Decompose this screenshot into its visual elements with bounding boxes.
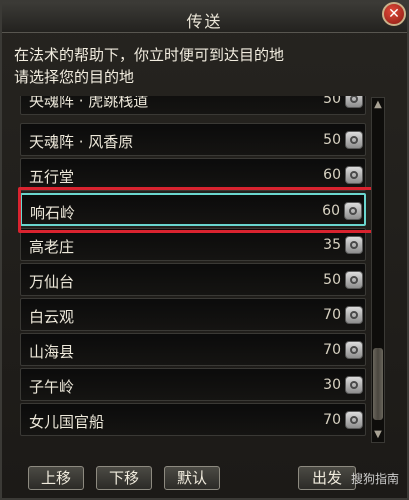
destination-row[interactable]: 央魂阵 · 虎跳栈道 50 [20,96,366,115]
window-title: 传送 [186,12,223,31]
scroll-up-arrow-icon[interactable]: ▲ [372,99,384,111]
destination-row[interactable]: 天魂阵 · 风香原 50 [20,123,366,156]
destination-name: 五行堂 [29,168,75,186]
camera-icon[interactable] [345,96,363,108]
destination-level: 35 [323,237,341,253]
destination-level: 70 [323,412,341,428]
depart-button[interactable]: 出发 [298,466,356,490]
selection-highlight-box [18,187,374,233]
camera-icon[interactable] [345,341,363,359]
destination-level: 60 [323,167,341,183]
destination-row[interactable]: 女儿国官船 70 [20,403,366,436]
destination-name: 万仙台 [29,273,75,291]
camera-icon[interactable] [345,271,363,289]
scroll-down-arrow-icon[interactable]: ▼ [372,429,384,441]
camera-icon[interactable] [345,166,363,184]
destination-level: 70 [323,342,341,358]
destination-level: 50 [323,132,341,148]
destination-name: 天魂阵 · 风香原 [29,133,134,151]
destination-name: 子午岭 [29,378,75,396]
watermark: 搜狗指南 [350,472,399,486]
destination-level: 30 [323,377,341,393]
destination-name: 高老庄 [29,238,75,256]
scrollbar[interactable]: ▲ ▼ [371,97,385,443]
title-bar: 传送 [2,2,407,33]
camera-icon[interactable] [345,236,363,254]
destination-level: 50 [323,272,341,288]
description-line-2: 请选择您的目的地 [14,68,135,86]
destination-level: 50 [323,96,341,107]
scroll-thumb[interactable] [373,348,383,420]
destination-name: 央魂阵 · 虎跳栈道 [29,96,149,110]
close-button[interactable]: ✕ [382,2,406,26]
destination-row[interactable]: 白云观 70 [20,298,366,331]
default-button[interactable]: 默认 [164,466,220,490]
destination-row[interactable]: 山海县 70 [20,333,366,366]
camera-icon[interactable] [345,131,363,149]
description-line-1: 在法术的帮助下，你立时便可到达目的地 [14,46,285,64]
destination-row[interactable]: 子午岭 30 [20,368,366,401]
camera-icon[interactable] [345,376,363,394]
destination-row[interactable]: 万仙台 50 [20,263,366,296]
destination-name: 白云观 [29,308,75,326]
destination-level: 70 [323,307,341,323]
destination-name: 女儿国官船 [29,413,105,431]
camera-icon[interactable] [345,411,363,429]
move-up-button[interactable]: 上移 [28,466,84,490]
destination-name: 山海县 [29,343,75,361]
destination-list: 央魂阵 · 虎跳栈道 50 天魂阵 · 风香原 50 五行堂 60 响石岭 60… [14,96,368,448]
move-down-button[interactable]: 下移 [96,466,152,490]
camera-icon[interactable] [345,306,363,324]
